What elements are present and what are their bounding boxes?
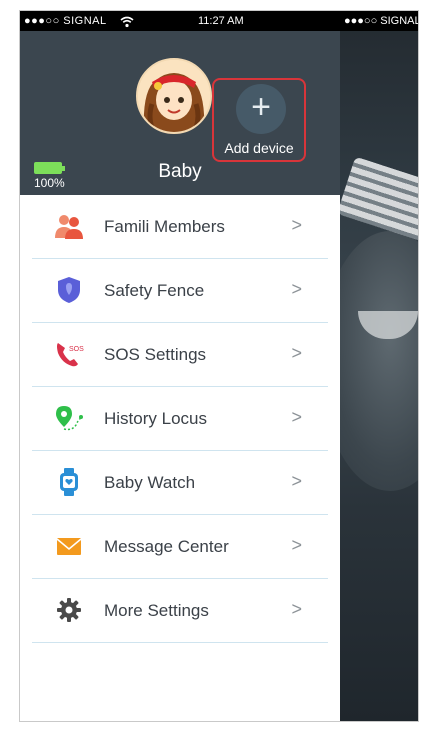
chevron-right-icon: > bbox=[291, 471, 302, 491]
envelope-icon bbox=[54, 531, 84, 561]
menu-item-safety-fence[interactable]: Safety Fence > bbox=[32, 259, 328, 323]
status-time: 11:27 AM bbox=[198, 15, 244, 27]
sos-phone-icon: SOS bbox=[54, 339, 84, 369]
add-device-label: Add device bbox=[224, 140, 294, 156]
menu-item-label: Baby Watch bbox=[104, 473, 196, 492]
menu-item-history-locus[interactable]: History Locus > bbox=[32, 387, 328, 451]
menu-item-label: More Settings bbox=[104, 601, 209, 620]
gear-icon bbox=[54, 595, 84, 625]
battery-icon bbox=[34, 162, 65, 174]
menu-item-family-members[interactable]: Famili Members > bbox=[32, 195, 328, 259]
menu-item-more-settings[interactable]: More Settings > bbox=[32, 579, 328, 643]
chevron-right-icon: > bbox=[291, 407, 302, 427]
menu-item-label: SOS Settings bbox=[104, 345, 207, 364]
shield-icon bbox=[54, 275, 84, 305]
drawer-menu: Famili Members > Safety Fence > SOS SOS … bbox=[20, 195, 340, 643]
location-pin-icon bbox=[54, 403, 84, 433]
background-photo bbox=[340, 11, 418, 721]
plus-icon[interactable]: + bbox=[236, 84, 286, 134]
signal-indicator-right: ●●●○○ SIGNAL bbox=[344, 15, 419, 27]
menu-item-baby-watch[interactable]: Baby Watch > bbox=[32, 451, 328, 515]
svg-text:SOS: SOS bbox=[69, 346, 84, 353]
status-bar: ●●●○○ SIGNAL 11:27 AM ●●●○○ SIGNAL bbox=[20, 11, 419, 31]
battery-percent: 100% bbox=[34, 176, 65, 190]
chevron-right-icon: > bbox=[291, 279, 302, 299]
drawer-header: Baby 100% + Add device bbox=[20, 31, 340, 195]
menu-item-label: History Locus bbox=[104, 409, 207, 428]
menu-item-message-center[interactable]: Message Center > bbox=[32, 515, 328, 579]
menu-item-label: Message Center bbox=[104, 537, 229, 556]
chevron-right-icon: > bbox=[291, 215, 302, 235]
menu-item-label: Famili Members bbox=[104, 217, 225, 236]
side-drawer: Baby 100% + Add device Famili Members > … bbox=[20, 31, 340, 721]
battery-indicator: 100% bbox=[34, 162, 74, 190]
signal-indicator: ●●●○○ SIGNAL bbox=[24, 15, 107, 27]
chevron-right-icon: > bbox=[291, 535, 302, 555]
chevron-right-icon: > bbox=[291, 599, 302, 619]
phone-screen: ●●●○○ SIGNAL 11:27 AM ●●●○○ SIGNAL Baby … bbox=[19, 10, 419, 722]
avatar[interactable] bbox=[136, 58, 212, 134]
chevron-right-icon: > bbox=[291, 343, 302, 363]
menu-item-sos-settings[interactable]: SOS SOS Settings > bbox=[32, 323, 328, 387]
add-device-button[interactable]: + Add device bbox=[212, 78, 306, 162]
device-name: Baby bbox=[158, 161, 202, 182]
watch-icon bbox=[54, 467, 84, 497]
wifi-icon bbox=[120, 11, 134, 31]
menu-item-label: Safety Fence bbox=[104, 281, 205, 300]
family-members-icon bbox=[54, 211, 84, 241]
